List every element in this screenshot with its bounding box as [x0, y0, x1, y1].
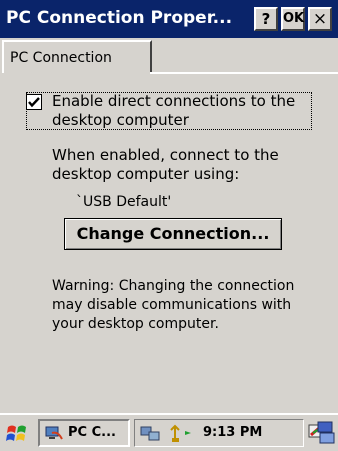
enable-checkbox[interactable] [26, 94, 42, 110]
network-icon[interactable] [139, 424, 161, 442]
window-title: PC Connection Proper... [6, 8, 233, 28]
title-bar: PC Connection Proper... ? OK × [0, 0, 338, 38]
windows-flag-icon [6, 425, 26, 441]
help-button[interactable]: ? [254, 7, 278, 31]
task-button-pc-connection[interactable]: PC C... [38, 419, 130, 447]
tab-label: PC Connection [10, 50, 112, 66]
connection-value: `USB Default' [76, 194, 172, 210]
task-label: PC C... [68, 425, 116, 440]
clock[interactable]: 9:13 PM [203, 425, 262, 440]
close-button[interactable]: × [308, 7, 332, 31]
pc-connection-icon [45, 426, 63, 440]
usb-connection-icon[interactable] [169, 422, 197, 444]
enable-label[interactable]: Enable direct connections to the desktop… [52, 92, 314, 130]
ok-button[interactable]: OK [281, 7, 305, 31]
change-connection-button[interactable]: Change Connection... [64, 218, 282, 250]
warning-text: Warning: Changing the connection may dis… [52, 278, 295, 332]
taskbar: PC C... 9:13 PM [0, 413, 338, 450]
desktop-icon[interactable] [316, 420, 336, 446]
tab-panel-border [150, 72, 338, 74]
checkmark-icon [28, 97, 40, 108]
start-button[interactable] [4, 421, 32, 447]
tab-pc-connection[interactable]: PC Connection [2, 40, 152, 73]
when-enabled-text: When enabled, connect to the desktop com… [52, 146, 279, 183]
system-tray: 9:13 PM [134, 419, 304, 447]
